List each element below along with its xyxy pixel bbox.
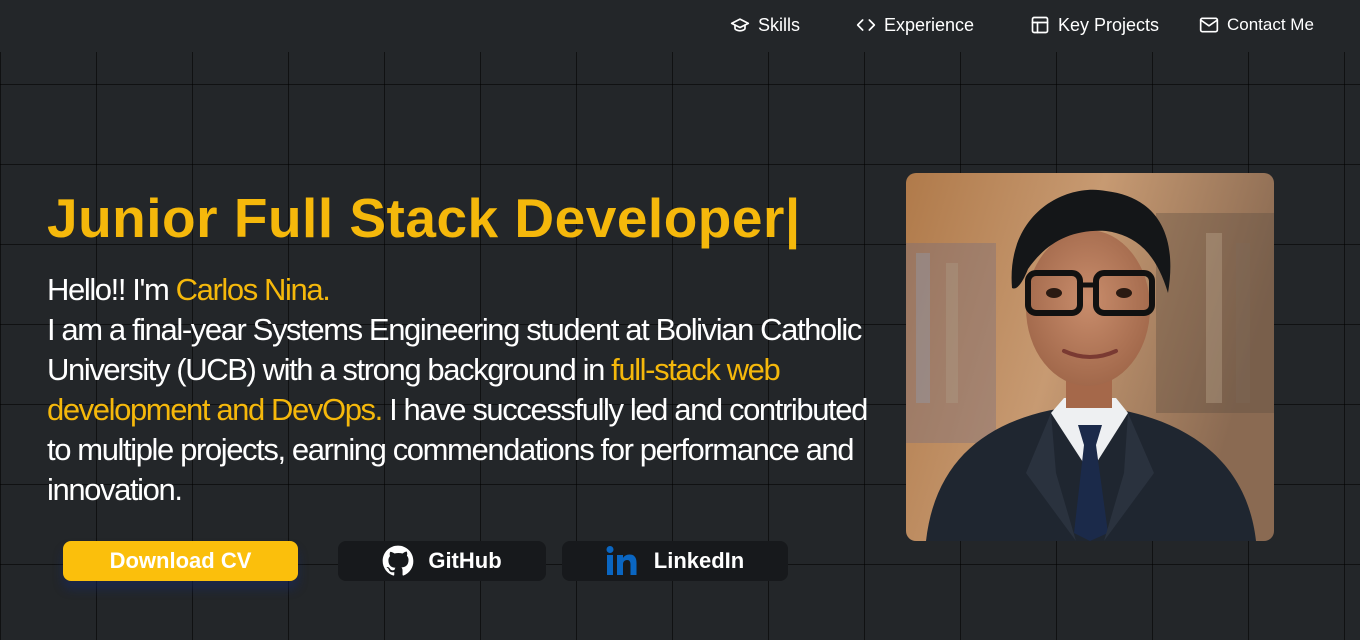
hero-headline: Junior Full Stack Developer| — [47, 187, 801, 249]
nav-experience[interactable]: Experience — [856, 13, 974, 37]
nav-key-projects[interactable]: Key Projects — [1030, 13, 1159, 37]
graduation-cap-icon — [730, 15, 750, 35]
nav-key-projects-label: Key Projects — [1058, 14, 1160, 35]
hero-intro: Hello!! I'm Carlos Nina. I am a final-ye… — [47, 270, 868, 510]
github-button[interactable]: GitHub — [338, 541, 546, 581]
linkedin-label: LinkedIn — [653, 548, 745, 573]
download-cv-button[interactable]: Download CV — [63, 541, 298, 581]
linkedin-icon — [606, 545, 640, 577]
hero-name: Carlos Nina. — [175, 272, 331, 307]
greeting-text: Hello!! I'm — [47, 272, 176, 307]
nav-skills[interactable]: Skills — [730, 13, 800, 37]
code-icon — [856, 15, 876, 35]
linkedin-button[interactable]: LinkedIn — [562, 541, 788, 581]
top-navigation: Skills Experience Key Projects Contact M… — [0, 0, 1360, 52]
nav-contact-me[interactable]: Contact Me — [1199, 13, 1314, 37]
layout-icon — [1030, 15, 1050, 35]
download-cv-label: Download CV — [109, 548, 252, 573]
github-label: GitHub — [428, 548, 502, 573]
mail-icon — [1199, 15, 1219, 35]
github-icon — [382, 545, 414, 577]
nav-skills-label: Skills — [758, 14, 801, 35]
nav-contact-me-label: Contact Me — [1227, 15, 1314, 34]
nav-experience-label: Experience — [884, 14, 975, 35]
profile-photo — [906, 173, 1274, 541]
